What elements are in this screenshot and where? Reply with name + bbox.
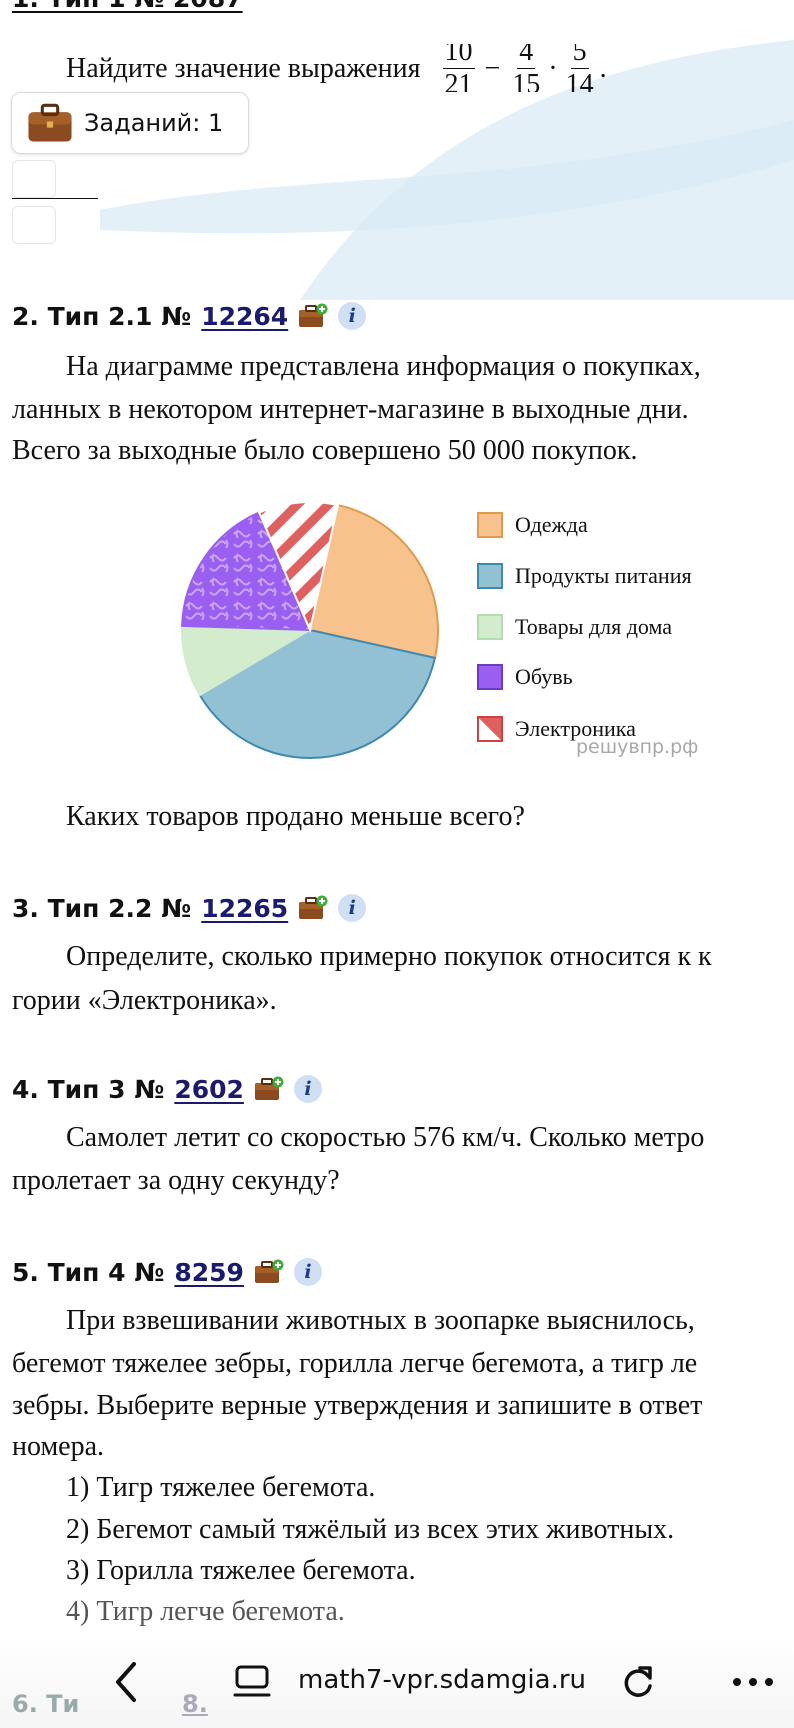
legend-swatch-clothes [477,512,503,538]
question-4-line-1: Самолет летит со скоростью 576 км/ч. Ско… [66,1122,705,1153]
question-2-header: 2. Тип 2.1 № 12264 i [12,296,367,336]
option-2: 2) Бегемот самый тяжёлый из всех этих жи… [66,1514,675,1545]
question-3-label: 3. Тип 2.2 № [12,893,192,923]
question-5-line-1: При взвешивании животных в зоопарке выяс… [66,1305,695,1336]
reload-icon [624,1666,652,1697]
tasks-counter-button[interactable]: Заданий: 1 [11,92,249,154]
question-5-line-4: номера. [12,1431,105,1462]
option-3: 3) Горилла тяжелее бегемота. [66,1555,416,1586]
legend-swatch-electronics [477,716,503,742]
legend-label-food: Продукты питания [515,563,692,588]
question-3-header: 3. Тип 2.2 № 12265 i [12,888,367,928]
question-3-line-2: гории «Электроника». [12,985,277,1016]
legend-item-shoes: Обувь [477,664,573,690]
question-2-question: Каких товаров продано меньше всего? [66,801,525,832]
legend-swatch-home [477,614,503,640]
fraction-3-denominator: 14 [565,68,594,93]
question-5-number-link[interactable]: 8259 [174,1258,244,1287]
info-icon[interactable]: i [293,1258,322,1286]
reload-button[interactable] [616,1658,660,1706]
fraction-1: 10 21 [442,44,475,93]
legend-label-clothes: Одежда [515,512,588,537]
next-question-peek: 6. Ти [12,1690,80,1718]
fraction-1-numerator: 10 [442,44,475,69]
question-5-label: 5. Тип 4 № [12,1257,165,1287]
legend-swatch-shoes [477,664,503,690]
question-2-label: 2. Тип 2.1 № [12,301,192,331]
question-1-header-text: 1. Тип 1 № 2087 [12,0,243,13]
question-3-line-1: Определите, сколько примерно покупок отн… [66,941,712,972]
fraction-1-denominator: 21 [444,68,473,93]
option-4: 4) Тигр легче бегемота. [66,1596,345,1627]
fraction-3: 5 14 [564,44,596,92]
legend-swatch-food [477,563,503,589]
answer-field[interactable] [12,206,56,244]
fraction-2: 4 15 [510,44,542,92]
question-1-prompt: Найдите значение выражения [66,52,421,84]
add-to-variant-icon[interactable] [254,1259,284,1285]
laptop-icon [233,1665,271,1697]
legend-item-home: Товары для дома [477,614,672,640]
info-icon[interactable]: i [338,894,367,922]
chart-watermark: решувпр.рф [576,736,699,758]
add-to-variant-icon[interactable] [254,1076,284,1102]
briefcase-icon [28,103,72,142]
add-to-variant-icon[interactable] [298,303,328,329]
question-2-line-3: Всего за выходные было совершено 50 000 … [12,435,638,466]
info-icon[interactable]: i [338,302,367,330]
info-icon[interactable]: i [293,1075,322,1103]
tasks-counter-label: Заданий: 1 [84,109,224,137]
address-bar-url[interactable]: math7-vpr.sdamgia.ru [298,1665,586,1695]
question-5-header: 5. Тип 4 № 8259 i [12,1252,322,1292]
fraction-2-numerator: 4 [517,44,536,69]
fraction-2-denominator: 15 [512,68,541,93]
question-5-line-2: бегемот тяжелее зебры, горилла легче бег… [12,1348,698,1379]
more-dots-icon [733,1678,773,1686]
legend-label-home: Товары для дома [515,614,673,639]
question-4-line-2: пролетает за одну секунду? [12,1165,340,1196]
legend-item-clothes: Одежда [477,512,588,538]
expression-end: . [599,52,607,84]
question-4-number-link[interactable]: 2602 [174,1075,244,1104]
question-1-header: 1. Тип 1 № 2087 [12,0,243,13]
option-1: 1) Тигр тяжелее бегемота. [66,1472,376,1503]
minus-operator: − [484,52,501,84]
answer-checkbox[interactable] [12,160,56,198]
more-menu-button[interactable] [728,1664,778,1700]
question-4-label: 4. Тип 3 № [12,1074,165,1104]
chevron-left-icon [116,1662,136,1702]
add-to-variant-icon[interactable] [298,895,328,921]
question-5-line-3: зебры. Выберите верные утверждения и зап… [12,1390,703,1421]
question-4-header: 4. Тип 3 № 2602 i [12,1069,322,1109]
pie-chart [181,501,439,759]
fraction-3-numerator: 5 [570,44,589,69]
multiply-operator: · [548,52,558,84]
question-1-text: Найдите значение выражения 10 21 − 4 15 … [66,44,794,92]
question-2-line-2: ланных в некотором интернет-магазине в в… [12,394,689,425]
legend-label-shoes: Обувь [515,664,573,689]
question-3-number-link[interactable]: 12265 [201,894,288,923]
next-question-link-peek: 8. [182,1690,208,1718]
legend-item-food: Продукты питания [477,563,692,589]
back-button[interactable] [105,1656,149,1708]
question-2-number-link[interactable]: 12264 [201,302,288,331]
answer-underline [12,198,98,199]
question-2-line-1: На диаграмме представлена информация о п… [66,351,701,382]
tabs-button[interactable] [230,1660,274,1704]
